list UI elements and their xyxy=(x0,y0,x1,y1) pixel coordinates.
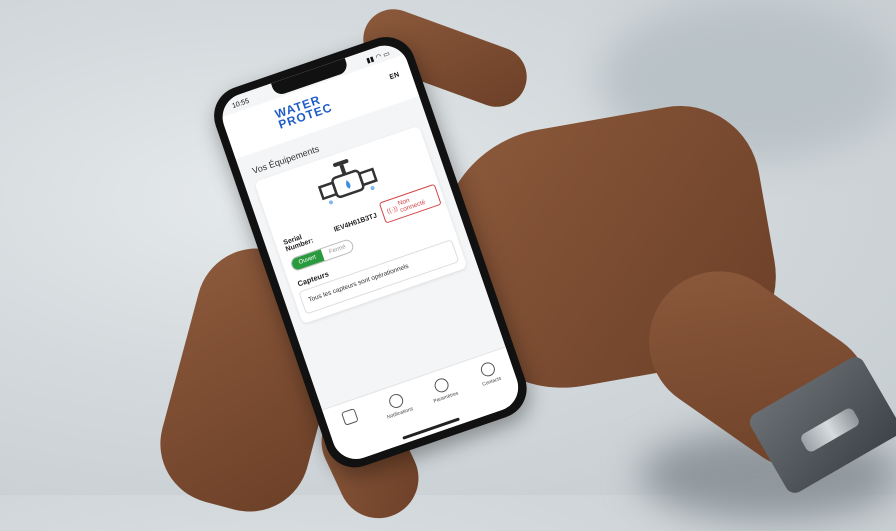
tab-settings[interactable]: Paramètres xyxy=(421,372,466,407)
bottom-tab-bar: Notifications Paramètres Contacts xyxy=(321,346,525,466)
connection-status-badge: ((·)) Non connecté xyxy=(378,183,442,224)
valve-icon xyxy=(317,159,378,205)
wifi-off-icon: ((·)) xyxy=(386,204,399,215)
serial-value: IEV4H61B3TJ xyxy=(332,211,378,234)
tab-label: Notifications xyxy=(386,406,415,421)
tab-contacts[interactable]: Contacts xyxy=(466,356,511,391)
contact-icon xyxy=(478,360,497,379)
tab-label: Contacts xyxy=(481,375,503,388)
tab-label: Paramètres xyxy=(432,390,460,405)
home-indicator[interactable] xyxy=(402,417,460,440)
waterprotec-logo: WATER PROTEC xyxy=(273,92,334,132)
tab-notifications[interactable]: Notifications xyxy=(375,388,420,423)
phone-screen: 10:55 ▮▮ ◠ ▭ WATER PROTEC EN Vos Équipem… xyxy=(216,39,525,466)
valve-icon xyxy=(341,407,359,426)
tab-equipment[interactable] xyxy=(329,404,372,433)
gear-icon xyxy=(432,376,451,395)
language-switch[interactable]: EN xyxy=(389,71,400,81)
bell-icon xyxy=(387,392,405,410)
connection-status-label: Non connecté xyxy=(397,196,427,215)
